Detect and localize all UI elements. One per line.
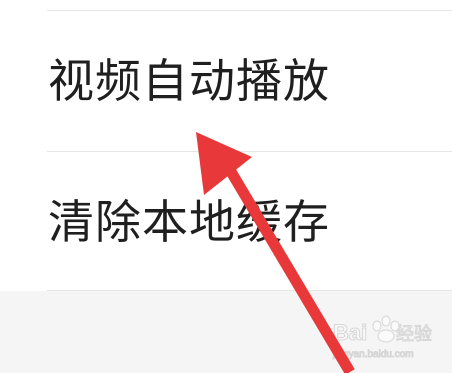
red-pointer-arrow [196,132,355,373]
arrow-shaft [225,167,355,373]
